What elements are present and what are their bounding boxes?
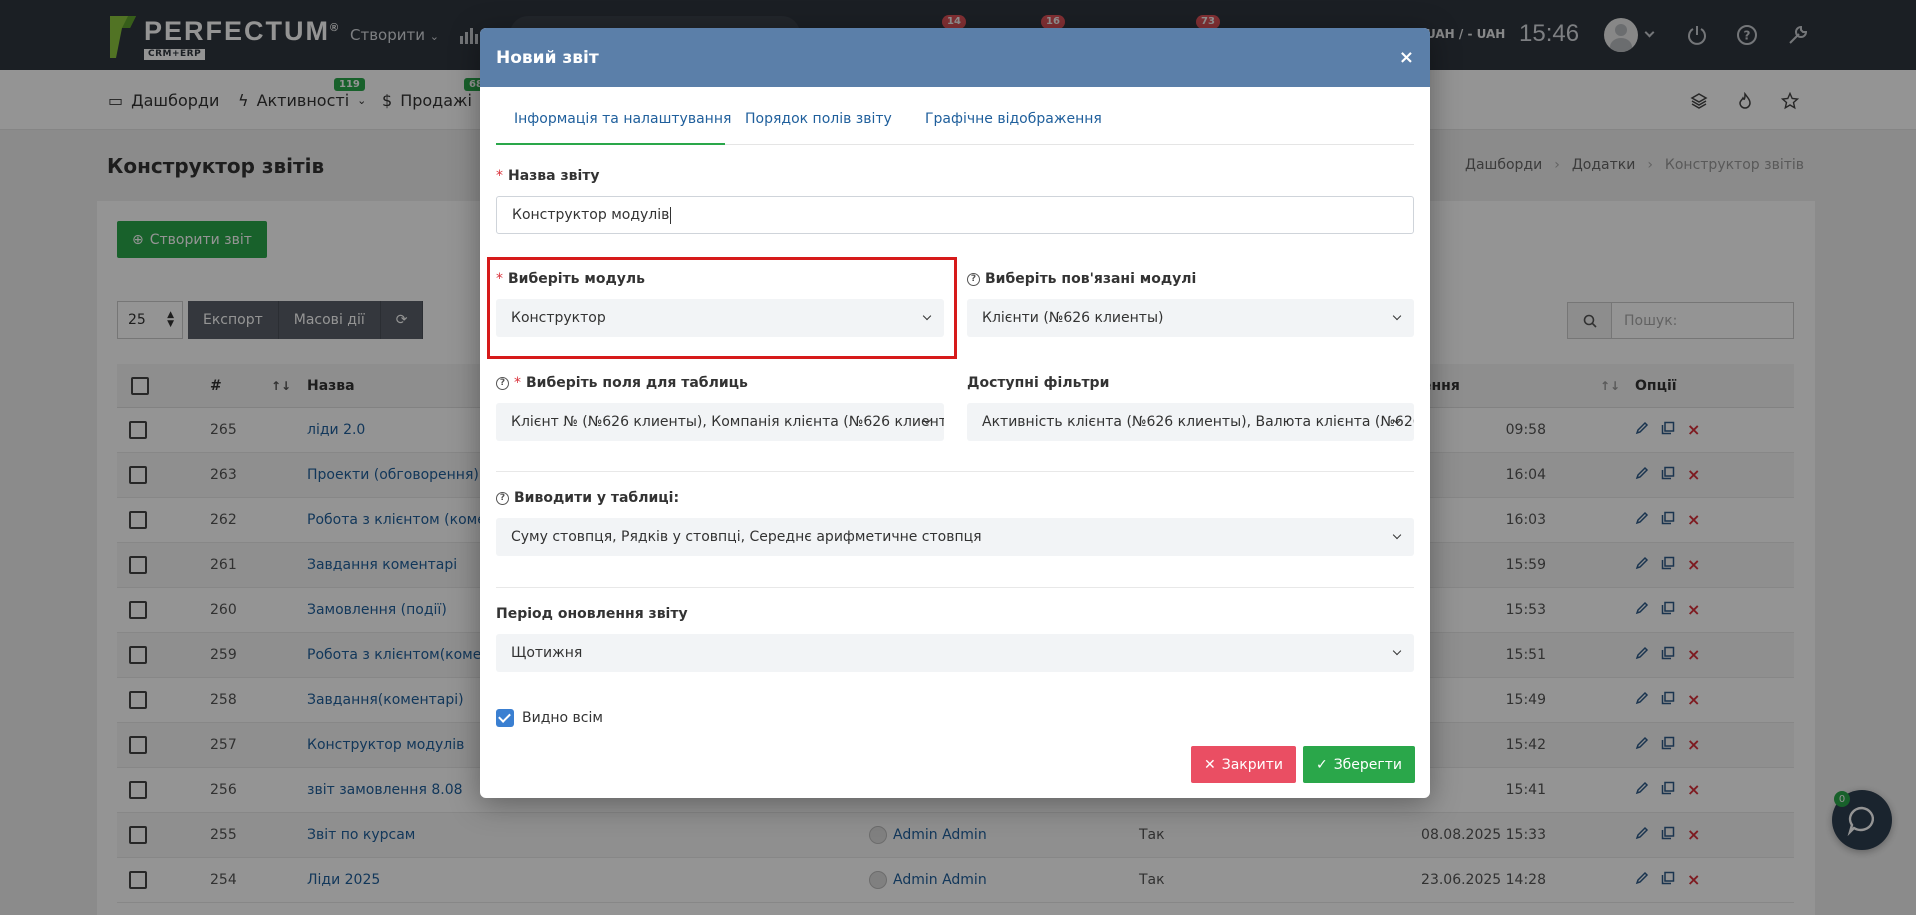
related-modules-value: Клієнти (№626 клиенты) — [982, 310, 1164, 326]
visible-to-all-label: Видно всім — [522, 710, 603, 726]
report-name-input[interactable]: Конструктор модулів — [496, 196, 1414, 234]
save-button[interactable]: ✓ Зберегти — [1303, 746, 1415, 783]
new-report-modal: Новий звіт × Інформація та налаштування … — [480, 28, 1430, 798]
period-label: Період оновлення звіту — [496, 606, 688, 622]
module-label: * Виберіть модуль — [496, 271, 646, 287]
close-icon: ✕ — [1204, 756, 1216, 773]
period-value: Щотижня — [511, 645, 583, 661]
tab-field-order[interactable]: Порядок полів звіту — [745, 111, 892, 127]
close-icon[interactable]: × — [1399, 47, 1414, 68]
chevron-down-icon — [1392, 646, 1402, 656]
related-modules-label: ? Виберіть пов'язані модулі — [967, 271, 1196, 287]
tab-graphics[interactable]: Графічне відображення — [925, 111, 1102, 127]
modal-header: Новий звіт × — [480, 28, 1430, 87]
table-fields-value: Клієнт № (№626 клиенты), Компанія клієнт… — [511, 414, 944, 430]
module-value: Конструктор — [511, 310, 606, 326]
chevron-down-icon — [1392, 530, 1402, 540]
tab-info-settings[interactable]: Інформація та налаштування — [514, 111, 731, 127]
modal-title: Новий звіт — [496, 47, 599, 68]
chevron-down-icon — [1392, 311, 1402, 321]
help-icon: ? — [967, 272, 980, 286]
visible-to-all-row: Видно всім — [496, 709, 603, 727]
chevron-down-icon — [922, 311, 932, 321]
save-button-label: Зберегти — [1333, 756, 1403, 773]
report-name-value: Конструктор модулів — [512, 207, 670, 223]
check-icon: ✓ — [1315, 756, 1328, 773]
filters-value: Активність клієнта (№626 клиенты), Валют… — [982, 414, 1414, 430]
filters-select[interactable]: Активність клієнта (№626 клиенты), Валют… — [967, 403, 1414, 441]
modal-tabs: Інформація та налаштування Порядок полів… — [496, 87, 1414, 145]
filters-label: Доступні фільтри — [967, 375, 1110, 391]
output-label: ? Виводити у таблиці: — [496, 490, 679, 506]
table-fields-label: ? * Виберіть поля для таблиць — [496, 375, 748, 391]
help-icon: ? — [496, 491, 509, 505]
help-icon: ? — [496, 376, 509, 390]
divider — [496, 471, 1414, 472]
divider — [496, 587, 1414, 588]
active-tab-indicator — [496, 143, 725, 145]
output-select[interactable]: Суму стовпця, Рядків у стовпці, Середнє … — [496, 518, 1414, 556]
visible-to-all-checkbox[interactable] — [496, 709, 514, 727]
close-button-label: Закрити — [1221, 756, 1283, 773]
related-modules-select[interactable]: Клієнти (№626 клиенты) — [967, 299, 1414, 337]
close-button[interactable]: ✕ Закрити — [1191, 746, 1296, 783]
module-select[interactable]: Конструктор — [496, 299, 944, 337]
period-select[interactable]: Щотижня — [496, 634, 1414, 672]
output-value: Суму стовпця, Рядків у стовпці, Середнє … — [511, 529, 982, 545]
table-fields-select[interactable]: Клієнт № (№626 клиенты), Компанія клієнт… — [496, 403, 944, 441]
report-name-label: * Назва звіту — [496, 168, 600, 184]
